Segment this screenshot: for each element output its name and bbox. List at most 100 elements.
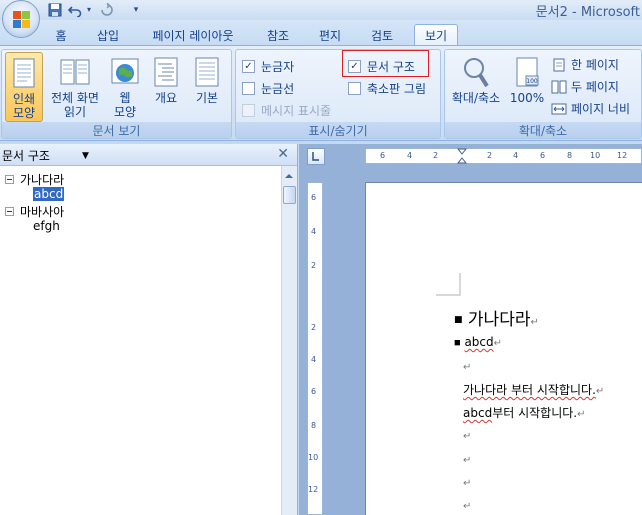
full-screen-reading-icon bbox=[60, 59, 90, 85]
close-icon[interactable]: ✕ bbox=[277, 146, 289, 162]
vertical-ruler[interactable]: 6 4 2 2 4 6 8 10 12 bbox=[307, 182, 323, 515]
undo-dropdown-icon[interactable]: ▾ bbox=[84, 1, 94, 18]
document-map-highlight-box bbox=[342, 50, 429, 77]
document-map-dropdown-value: 문서 구조 bbox=[2, 149, 50, 163]
tree-item-heading-1[interactable]: 가나다라 bbox=[5, 171, 64, 188]
empty-paragraph[interactable]: ↵ bbox=[463, 452, 471, 466]
full-screen-reading-label-1: 전체 화면 bbox=[51, 91, 99, 105]
scrollbar-thumb[interactable] bbox=[283, 186, 296, 204]
ruler-tick: 6 bbox=[311, 193, 317, 202]
margin-corner-mark bbox=[436, 273, 461, 296]
tab-insert[interactable]: 삽입 bbox=[92, 24, 124, 46]
title-bar: ▾ ▾ 문서2 - Microsoft bbox=[0, 0, 642, 20]
one-page-button[interactable]: 한 페이지 bbox=[551, 56, 619, 73]
tree-item-heading-4[interactable]: efgh bbox=[33, 219, 60, 233]
two-pages-label: 두 페이지 bbox=[571, 80, 619, 94]
zoom-button[interactable]: 확대/축소 bbox=[447, 52, 505, 122]
group-zoom: 확대/축소 100 100% 한 페이지 두 페이지 페이지 너비 확대/축소 bbox=[444, 49, 642, 139]
document-map-pane: 문서 구조 ▼ ✕ 가나다라 abcd 마바사아 efgh bbox=[0, 144, 298, 515]
draft-button[interactable]: 기본 bbox=[188, 52, 226, 122]
undo-icon[interactable] bbox=[66, 1, 84, 18]
message-bar-label: 메시지 표시줄 bbox=[261, 104, 332, 118]
page-width-button[interactable]: 페이지 너비 bbox=[551, 100, 630, 117]
svg-text:100: 100 bbox=[526, 78, 538, 85]
ruler-tick: 4 bbox=[407, 151, 413, 160]
heading-2-line[interactable]: ■ abcd↵ bbox=[454, 335, 502, 349]
thumbnails-label: 축소판 그림 bbox=[367, 82, 427, 96]
one-page-label: 한 페이지 bbox=[571, 58, 619, 72]
ruler-tick: 8 bbox=[567, 151, 573, 160]
tree-item-label: abcd bbox=[33, 187, 65, 201]
gridlines-label: 눈금선 bbox=[261, 82, 295, 96]
group-label-show-hide: 표시/숨기기 bbox=[236, 122, 440, 138]
empty-paragraph[interactable]: ↵ bbox=[463, 475, 471, 489]
ruler-tick: 4 bbox=[311, 227, 317, 236]
chevron-down-icon[interactable]: ▼ bbox=[82, 151, 89, 161]
full-screen-reading-button[interactable]: 전체 화면 읽기 bbox=[46, 52, 104, 122]
ruler-tick: 10 bbox=[590, 151, 601, 160]
web-layout-button[interactable]: 웹 모양 bbox=[106, 52, 144, 122]
indent-marker-icon[interactable] bbox=[457, 148, 467, 164]
ruler-tick: 2 bbox=[433, 151, 439, 160]
ruler-tick: 4 bbox=[311, 355, 317, 364]
body-line-2[interactable]: abcd부터 시작합니다.↵ bbox=[463, 404, 586, 421]
tab-view[interactable]: 보기 bbox=[414, 24, 458, 46]
outline-button[interactable]: 개요 bbox=[147, 52, 185, 122]
paragraph-mark: ↵ bbox=[577, 409, 586, 420]
draft-label: 기본 bbox=[195, 91, 219, 105]
gridlines-checkbox-row[interactable]: 눈금선 bbox=[242, 80, 294, 97]
tab-references[interactable]: 참조 bbox=[262, 24, 294, 46]
message-bar-checkbox-row: 메시지 표시줄 bbox=[242, 102, 331, 119]
draft-icon bbox=[195, 57, 219, 87]
tree-item-heading-3[interactable]: 마바사아 bbox=[5, 203, 64, 220]
collapse-toggle-icon[interactable] bbox=[5, 207, 14, 216]
paragraph-mark: ↵ bbox=[595, 386, 605, 397]
empty-paragraph[interactable]: ↵ bbox=[463, 498, 471, 512]
paragraph-mark: ↵ bbox=[463, 478, 472, 489]
ruler-tick: 2 bbox=[311, 323, 317, 332]
ruler-tick: 6 bbox=[311, 387, 317, 396]
ruler-tick: 4 bbox=[513, 151, 519, 160]
ruler-tick: 12 bbox=[617, 151, 628, 160]
heading-1-text: 가나다라 bbox=[467, 310, 531, 330]
scroll-up-arrow-icon[interactable] bbox=[282, 170, 296, 182]
group-label-document-views: 문서 보기 bbox=[2, 122, 231, 138]
web-layout-globe-icon bbox=[111, 58, 139, 84]
tree-item-heading-2-selected[interactable]: abcd bbox=[33, 187, 65, 201]
document-map-dropdown[interactable]: 문서 구조 ▼ bbox=[2, 147, 89, 164]
document-area: 6 4 2 2 4 6 8 10 12 6 4 2 2 4 6 8 10 12 … bbox=[299, 144, 642, 515]
save-icon[interactable] bbox=[47, 1, 63, 18]
body-line-1[interactable]: 가나다라 부터 시작합니다.↵ bbox=[463, 381, 604, 398]
gridlines-checkbox[interactable] bbox=[242, 82, 255, 95]
zoom-label: 확대/축소 bbox=[451, 91, 501, 105]
page-width-icon bbox=[551, 103, 567, 114]
horizontal-ruler[interactable]: 6 4 2 2 4 6 8 10 12 bbox=[365, 148, 642, 164]
tab-home[interactable]: 홈 bbox=[48, 24, 74, 46]
heading-2-text: abcd bbox=[464, 335, 494, 349]
ruler-tab-selector[interactable] bbox=[307, 148, 325, 165]
empty-paragraph[interactable]: ↵ bbox=[463, 428, 471, 442]
customize-quick-access-icon[interactable]: ▾ bbox=[130, 1, 142, 18]
document-map-scrollbar[interactable] bbox=[281, 166, 297, 515]
ruler-checkbox-row[interactable]: ✓ 눈금자 bbox=[242, 58, 294, 75]
thumbnails-checkbox[interactable] bbox=[348, 82, 361, 95]
heading-1-line[interactable]: ■ 가나다라↵ bbox=[454, 305, 539, 330]
ruler-checkbox[interactable]: ✓ bbox=[242, 60, 255, 73]
print-layout-button[interactable]: 인쇄 모양 bbox=[5, 52, 43, 122]
tab-page-layout[interactable]: 페이지 레이아웃 bbox=[146, 24, 240, 46]
collapse-toggle-icon[interactable] bbox=[5, 175, 14, 184]
group-label-zoom: 확대/축소 bbox=[445, 122, 641, 138]
window-title: 문서2 - Microsoft bbox=[535, 5, 640, 20]
body-text-2-rest: 부터 시작합니다. bbox=[492, 406, 578, 420]
empty-paragraph[interactable]: ↵ bbox=[463, 359, 471, 373]
ruler-tick: 6 bbox=[540, 151, 546, 160]
two-pages-button[interactable]: 두 페이지 bbox=[551, 78, 619, 95]
document-page[interactable]: ■ 가나다라↵ ■ abcd↵ ↵ 가나다라 부터 시작합니다.↵ abcd부터… bbox=[365, 182, 642, 515]
zoom-100-button[interactable]: 100 100% bbox=[507, 52, 547, 122]
tab-review[interactable]: 검토 bbox=[366, 24, 398, 46]
tab-mailings[interactable]: 편지 bbox=[314, 24, 346, 46]
office-button[interactable] bbox=[2, 0, 40, 38]
thumbnails-checkbox-row[interactable]: 축소판 그림 bbox=[348, 80, 426, 97]
ruler-tick: 6 bbox=[380, 151, 386, 160]
redo-icon[interactable] bbox=[98, 1, 116, 18]
